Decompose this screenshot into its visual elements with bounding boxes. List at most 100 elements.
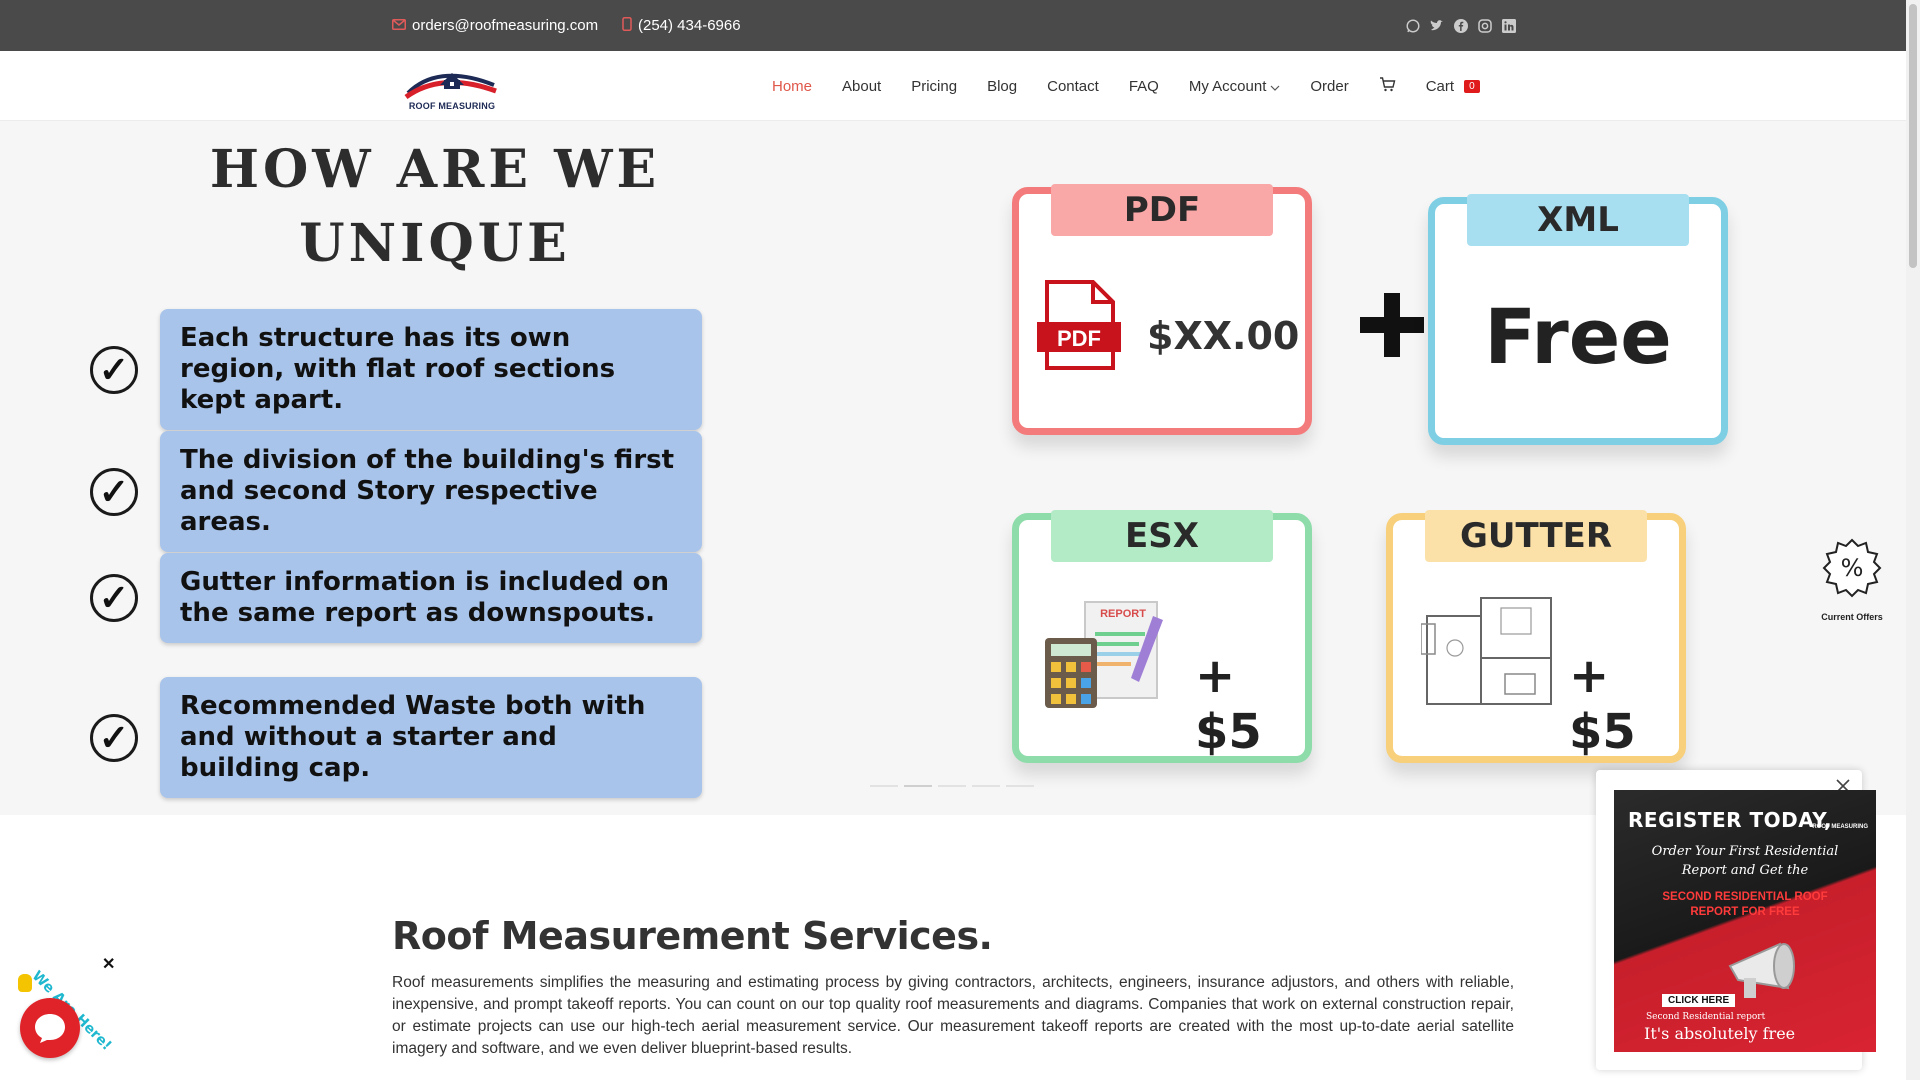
- report-calculator-icon: REPORT: [1041, 598, 1171, 714]
- feature-text: Each structure has its own region, with …: [160, 309, 702, 430]
- shopping-cart-icon: [1379, 76, 1396, 96]
- cart-label: Cart: [1425, 77, 1455, 95]
- nav-menu: Home About Pricing Blog Contact FAQ My A…: [772, 51, 1510, 121]
- slider-dot[interactable]: [904, 785, 932, 787]
- hero-title-line: UNIQUE: [299, 213, 571, 274]
- feature-item: ✓ Recommended Waste both with and withou…: [90, 677, 702, 798]
- checkmark-icon: ✓: [90, 467, 138, 516]
- cart-icon-button[interactable]: [1379, 76, 1396, 96]
- gutter-price-card: GUTTER + $5: [1386, 510, 1686, 763]
- feature-item: ✓ Gutter information is included on the …: [90, 553, 702, 643]
- scrollbar-thumb[interactable]: [1909, 4, 1917, 268]
- chevron-down-icon: [1270, 78, 1280, 95]
- plus-icon: [1360, 293, 1424, 357]
- nav-item-label: FAQ: [1128, 77, 1159, 95]
- nav-item-cart[interactable]: Cart 0: [1426, 78, 1480, 95]
- nav-item-about[interactable]: About: [842, 78, 881, 95]
- checkmark-icon: ✓: [90, 574, 138, 622]
- nav-item-label: Pricing: [911, 77, 958, 95]
- top-bar: orders@roofmeasuring.com (254) 434-6966: [0, 0, 1906, 51]
- section-title: Roof Measurement Services.: [392, 914, 993, 958]
- xml-price: Free: [1484, 292, 1672, 381]
- promo-subtext: Order Your First Residential Report and …: [1651, 844, 1839, 878]
- slider-dot[interactable]: [938, 785, 966, 787]
- hero-slider[interactable]: HOW ARE WE UNIQUE ✓ Each structure has i…: [0, 121, 1906, 815]
- promo-click-here[interactable]: CLICK HERE: [1662, 994, 1736, 1007]
- promo-logo-text: ROOF MEASURING: [1812, 824, 1868, 830]
- feature-text: Gutter information is included on the sa…: [160, 553, 702, 643]
- promo-headline: REGISTER TODAY,: [1628, 808, 1833, 832]
- nav-item-home[interactable]: Home: [772, 78, 812, 95]
- promo-free-text: It's absolutely free: [1644, 1024, 1796, 1043]
- checkmark-icon: ✓: [90, 713, 138, 762]
- gutter-price: + $5: [1569, 648, 1636, 760]
- pdf-file-icon: PDF: [1037, 280, 1121, 370]
- envelope-icon: [392, 17, 406, 34]
- phone-link[interactable]: (254) 434-6966: [622, 0, 741, 51]
- card-tab-label: GUTTER: [1425, 510, 1647, 562]
- pdf-price: $XX.00: [1147, 314, 1300, 358]
- register-popup: REGISTER TODAY, ROOF MEASURING Order You…: [1596, 770, 1876, 1070]
- slider-dot[interactable]: [870, 785, 898, 787]
- social-links: [1406, 0, 1516, 51]
- nav-item-label: About: [842, 77, 882, 95]
- report-label: REPORT: [1100, 608, 1146, 620]
- card-tab-label: XML: [1467, 194, 1689, 246]
- current-offers-label: Current Offers: [1821, 612, 1883, 622]
- twitter-icon[interactable]: [1430, 19, 1444, 33]
- logo-text: ROOF MEASURING: [408, 101, 496, 111]
- email-link[interactable]: orders@roofmeasuring.com: [392, 0, 598, 51]
- phone-text: (254) 434-6966: [638, 17, 741, 34]
- card-tab-label: ESX: [1051, 510, 1273, 562]
- checkmark-icon: ✓: [90, 345, 138, 394]
- chat-bubble-icon: [35, 1014, 65, 1043]
- nav-item-label: My Account: [1188, 77, 1267, 95]
- nav-item-faq[interactable]: FAQ: [1129, 78, 1159, 95]
- promo-highlight: SECOND RESIDENTIAL ROOF REPORT FOR FREE: [1662, 891, 1828, 918]
- section-text: Roof measurements simplifies the measuri…: [392, 974, 1514, 1057]
- nav-item-contact[interactable]: Contact: [1047, 78, 1099, 95]
- register-promo-banner[interactable]: REGISTER TODAY, ROOF MEASURING Order You…: [1614, 790, 1876, 1052]
- esx-price: + $5: [1195, 648, 1262, 760]
- nav-item-order[interactable]: Order: [1310, 78, 1348, 95]
- slider-dot[interactable]: [972, 785, 1000, 787]
- whatsapp-icon[interactable]: [1406, 18, 1420, 33]
- slider-dot[interactable]: [1006, 785, 1034, 787]
- instagram-icon[interactable]: [1478, 18, 1492, 33]
- pdf-price-card: PDF PDF $XX.00: [1012, 184, 1312, 435]
- site-logo[interactable]: ROOF MEASURING: [402, 63, 502, 111]
- mobile-phone-icon: [622, 16, 632, 35]
- feature-item: ✓ Each structure has its own region, wit…: [90, 309, 702, 430]
- card-tab-label: PDF: [1051, 184, 1273, 236]
- chat-button[interactable]: [20, 998, 80, 1058]
- linkedin-icon[interactable]: [1502, 18, 1516, 33]
- svg-text:%: %: [1841, 554, 1864, 582]
- nav-item-label: Contact: [1047, 77, 1099, 95]
- promo-small-text: Second Residential report: [1646, 1012, 1766, 1022]
- page-scrollbar[interactable]: [1906, 0, 1920, 1080]
- nav-item-pricing[interactable]: Pricing: [911, 78, 957, 95]
- roof-logo-icon: [404, 73, 497, 100]
- nav-item-label: Home: [772, 77, 813, 95]
- feature-text: Recommended Waste both with and without …: [160, 677, 702, 798]
- close-icon[interactable]: ✕: [102, 954, 115, 974]
- cart-count-badge: 0: [1464, 79, 1480, 93]
- main-nav: ROOF MEASURING Home About Pricing Blog C…: [0, 51, 1906, 121]
- feature-item: ✓ The division of the building's first a…: [90, 431, 702, 552]
- email-text: orders@roofmeasuring.com: [412, 17, 599, 34]
- esx-price-card: ESX REPORT + $5: [1012, 510, 1312, 763]
- xml-price-card: XML Free: [1428, 194, 1728, 445]
- nav-item-my-account[interactable]: My Account: [1189, 78, 1281, 95]
- slider-pagination[interactable]: [870, 785, 1034, 787]
- floor-plan-icon: [1420, 594, 1559, 712]
- hero-title: HOW ARE WE UNIQUE: [170, 133, 700, 281]
- current-offers-button[interactable]: % Current Offers: [1816, 538, 1888, 622]
- pdf-badge-text: PDF: [1057, 326, 1101, 351]
- hero-title-line: HOW ARE WE: [209, 139, 661, 200]
- nav-item-label: Blog: [987, 77, 1018, 95]
- megaphone-icon: [1728, 942, 1795, 998]
- feature-text: The division of the building's first and…: [160, 431, 702, 552]
- nav-item-blog[interactable]: Blog: [987, 78, 1017, 95]
- facebook-icon[interactable]: [1454, 18, 1468, 33]
- percent-badge-icon: %: [1822, 538, 1882, 598]
